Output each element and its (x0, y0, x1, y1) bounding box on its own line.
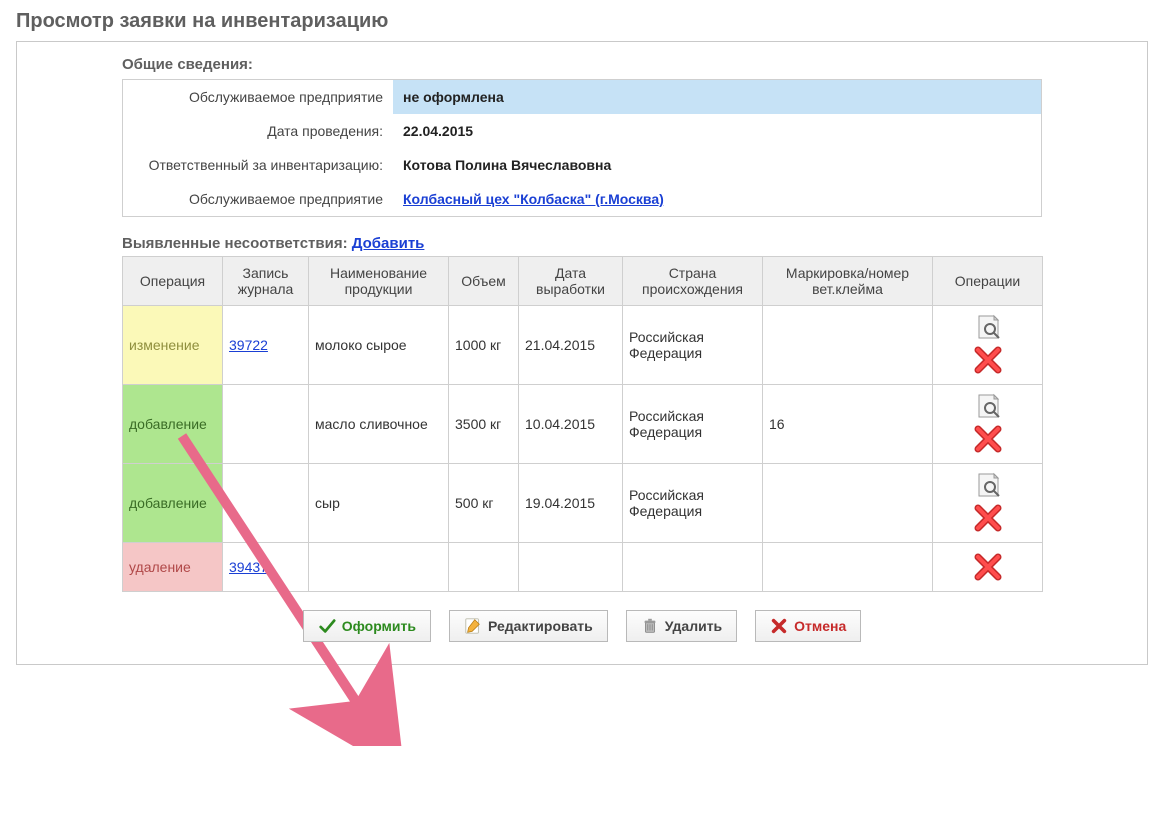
mark-cell: 16 (763, 385, 933, 464)
table-header: Дата выработки (519, 257, 623, 306)
mark-cell (763, 464, 933, 543)
delete-row-icon[interactable] (972, 423, 1004, 455)
product-cell: сыр (309, 464, 449, 543)
journal-link[interactable]: 39437 (229, 559, 268, 575)
table-header: Маркировка/номер вет.клейма (763, 257, 933, 306)
edit-button[interactable]: Редактировать (449, 610, 608, 642)
info-label: Дата проведения: (123, 114, 393, 148)
table-row: изменение 39722 молоко сырое1000 кг21.04.2… (123, 306, 1043, 385)
view-row-icon[interactable] (974, 314, 1002, 340)
operation-cell: добавление (123, 464, 223, 543)
actions-cell (933, 306, 1043, 385)
journal-cell: 39722 (223, 306, 309, 385)
info-label: Обслуживаемое предприятие (123, 80, 393, 114)
journal-cell: 39437 (223, 543, 309, 592)
journal-link[interactable]: 39722 (229, 337, 268, 353)
actions-cell (933, 464, 1043, 543)
enterprise-link[interactable]: Колбасный цех "Колбаска" (г.Москва) (403, 191, 664, 207)
info-row: Дата проведения:22.04.2015 (123, 114, 1041, 148)
country-cell: Российская Федерация (623, 464, 763, 543)
delete-row-icon[interactable] (972, 551, 1004, 583)
info-value: 22.04.2015 (393, 114, 1041, 148)
trash-icon (641, 617, 659, 635)
date-cell (519, 543, 623, 592)
discrepancies-title: Выявленные несоответствия: (122, 235, 348, 252)
table-header: Наименование продукции (309, 257, 449, 306)
view-row-icon[interactable] (974, 393, 1002, 419)
main-panel: Общие сведения: Обслуживаемое предприяти… (16, 41, 1148, 665)
volume-cell: 1000 кг (449, 306, 519, 385)
cancel-label: Отмена (794, 618, 846, 634)
volume-cell (449, 543, 519, 592)
delete-row-icon[interactable] (972, 502, 1004, 534)
country-cell: Российская Федерация (623, 306, 763, 385)
mark-cell (763, 306, 933, 385)
info-row: Обслуживаемое предприятие Колбасный цех "… (123, 182, 1041, 216)
date-cell: 19.04.2015 (519, 464, 623, 543)
info-value: Котова Полина Вячеславовна (393, 148, 1041, 182)
mark-cell (763, 543, 933, 592)
country-cell (623, 543, 763, 592)
product-cell (309, 543, 449, 592)
table-row: добавление сыр500 кг19.04.2015Российская … (123, 464, 1043, 543)
info-row: Ответственный за инвентаризацию:Котова П… (123, 148, 1041, 182)
toolbar: Оформить Редактировать (122, 610, 1042, 642)
add-discrepancy-link[interactable]: Добавить (352, 235, 425, 252)
table-header: Страна происхождения (623, 257, 763, 306)
check-icon (318, 617, 336, 635)
delete-button[interactable]: Удалить (626, 610, 737, 642)
info-label: Ответственный за инвентаризацию: (123, 148, 393, 182)
date-cell: 10.04.2015 (519, 385, 623, 464)
edit-label: Редактировать (488, 618, 593, 634)
delete-row-icon[interactable] (972, 344, 1004, 376)
operation-cell: изменение (123, 306, 223, 385)
discrepancies-header: Выявленные несоответствия: Добавить (122, 235, 1042, 252)
product-cell: молоко сырое (309, 306, 449, 385)
submit-label: Оформить (342, 618, 416, 634)
submit-button[interactable]: Оформить (303, 610, 431, 642)
general-section-title: Общие сведения: (122, 56, 1042, 73)
product-cell: масло сливочное (309, 385, 449, 464)
date-cell: 21.04.2015 (519, 306, 623, 385)
operation-cell: добавление (123, 385, 223, 464)
actions-cell (933, 543, 1043, 592)
info-value: не оформлена (393, 80, 1041, 114)
volume-cell: 500 кг (449, 464, 519, 543)
volume-cell: 3500 кг (449, 385, 519, 464)
actions-cell (933, 385, 1043, 464)
table-row: удаление 39437 (123, 543, 1043, 592)
operation-cell: удаление (123, 543, 223, 592)
table-header: Операция (123, 257, 223, 306)
delete-label: Удалить (665, 618, 722, 634)
country-cell: Российская Федерация (623, 385, 763, 464)
table-header: Операции (933, 257, 1043, 306)
table-row: добавление масло сливочное3500 кг10.04.20… (123, 385, 1043, 464)
info-value: Колбасный цех "Колбаска" (г.Москва) (393, 182, 1041, 216)
discrepancies-table: ОперацияЗапись журналаНаименование проду… (122, 256, 1043, 592)
general-info-box: Обслуживаемое предприятиене оформленаДат… (122, 79, 1042, 217)
table-header: Объем (449, 257, 519, 306)
cancel-button[interactable]: Отмена (755, 610, 861, 642)
pencil-icon (464, 617, 482, 635)
table-header: Запись журнала (223, 257, 309, 306)
cross-icon (770, 617, 788, 635)
info-label: Обслуживаемое предприятие (123, 182, 393, 216)
view-row-icon[interactable] (974, 472, 1002, 498)
journal-cell (223, 464, 309, 543)
journal-cell (223, 385, 309, 464)
info-row: Обслуживаемое предприятиене оформлена (123, 80, 1041, 114)
page-title: Просмотр заявки на инвентаризацию (16, 10, 1148, 33)
